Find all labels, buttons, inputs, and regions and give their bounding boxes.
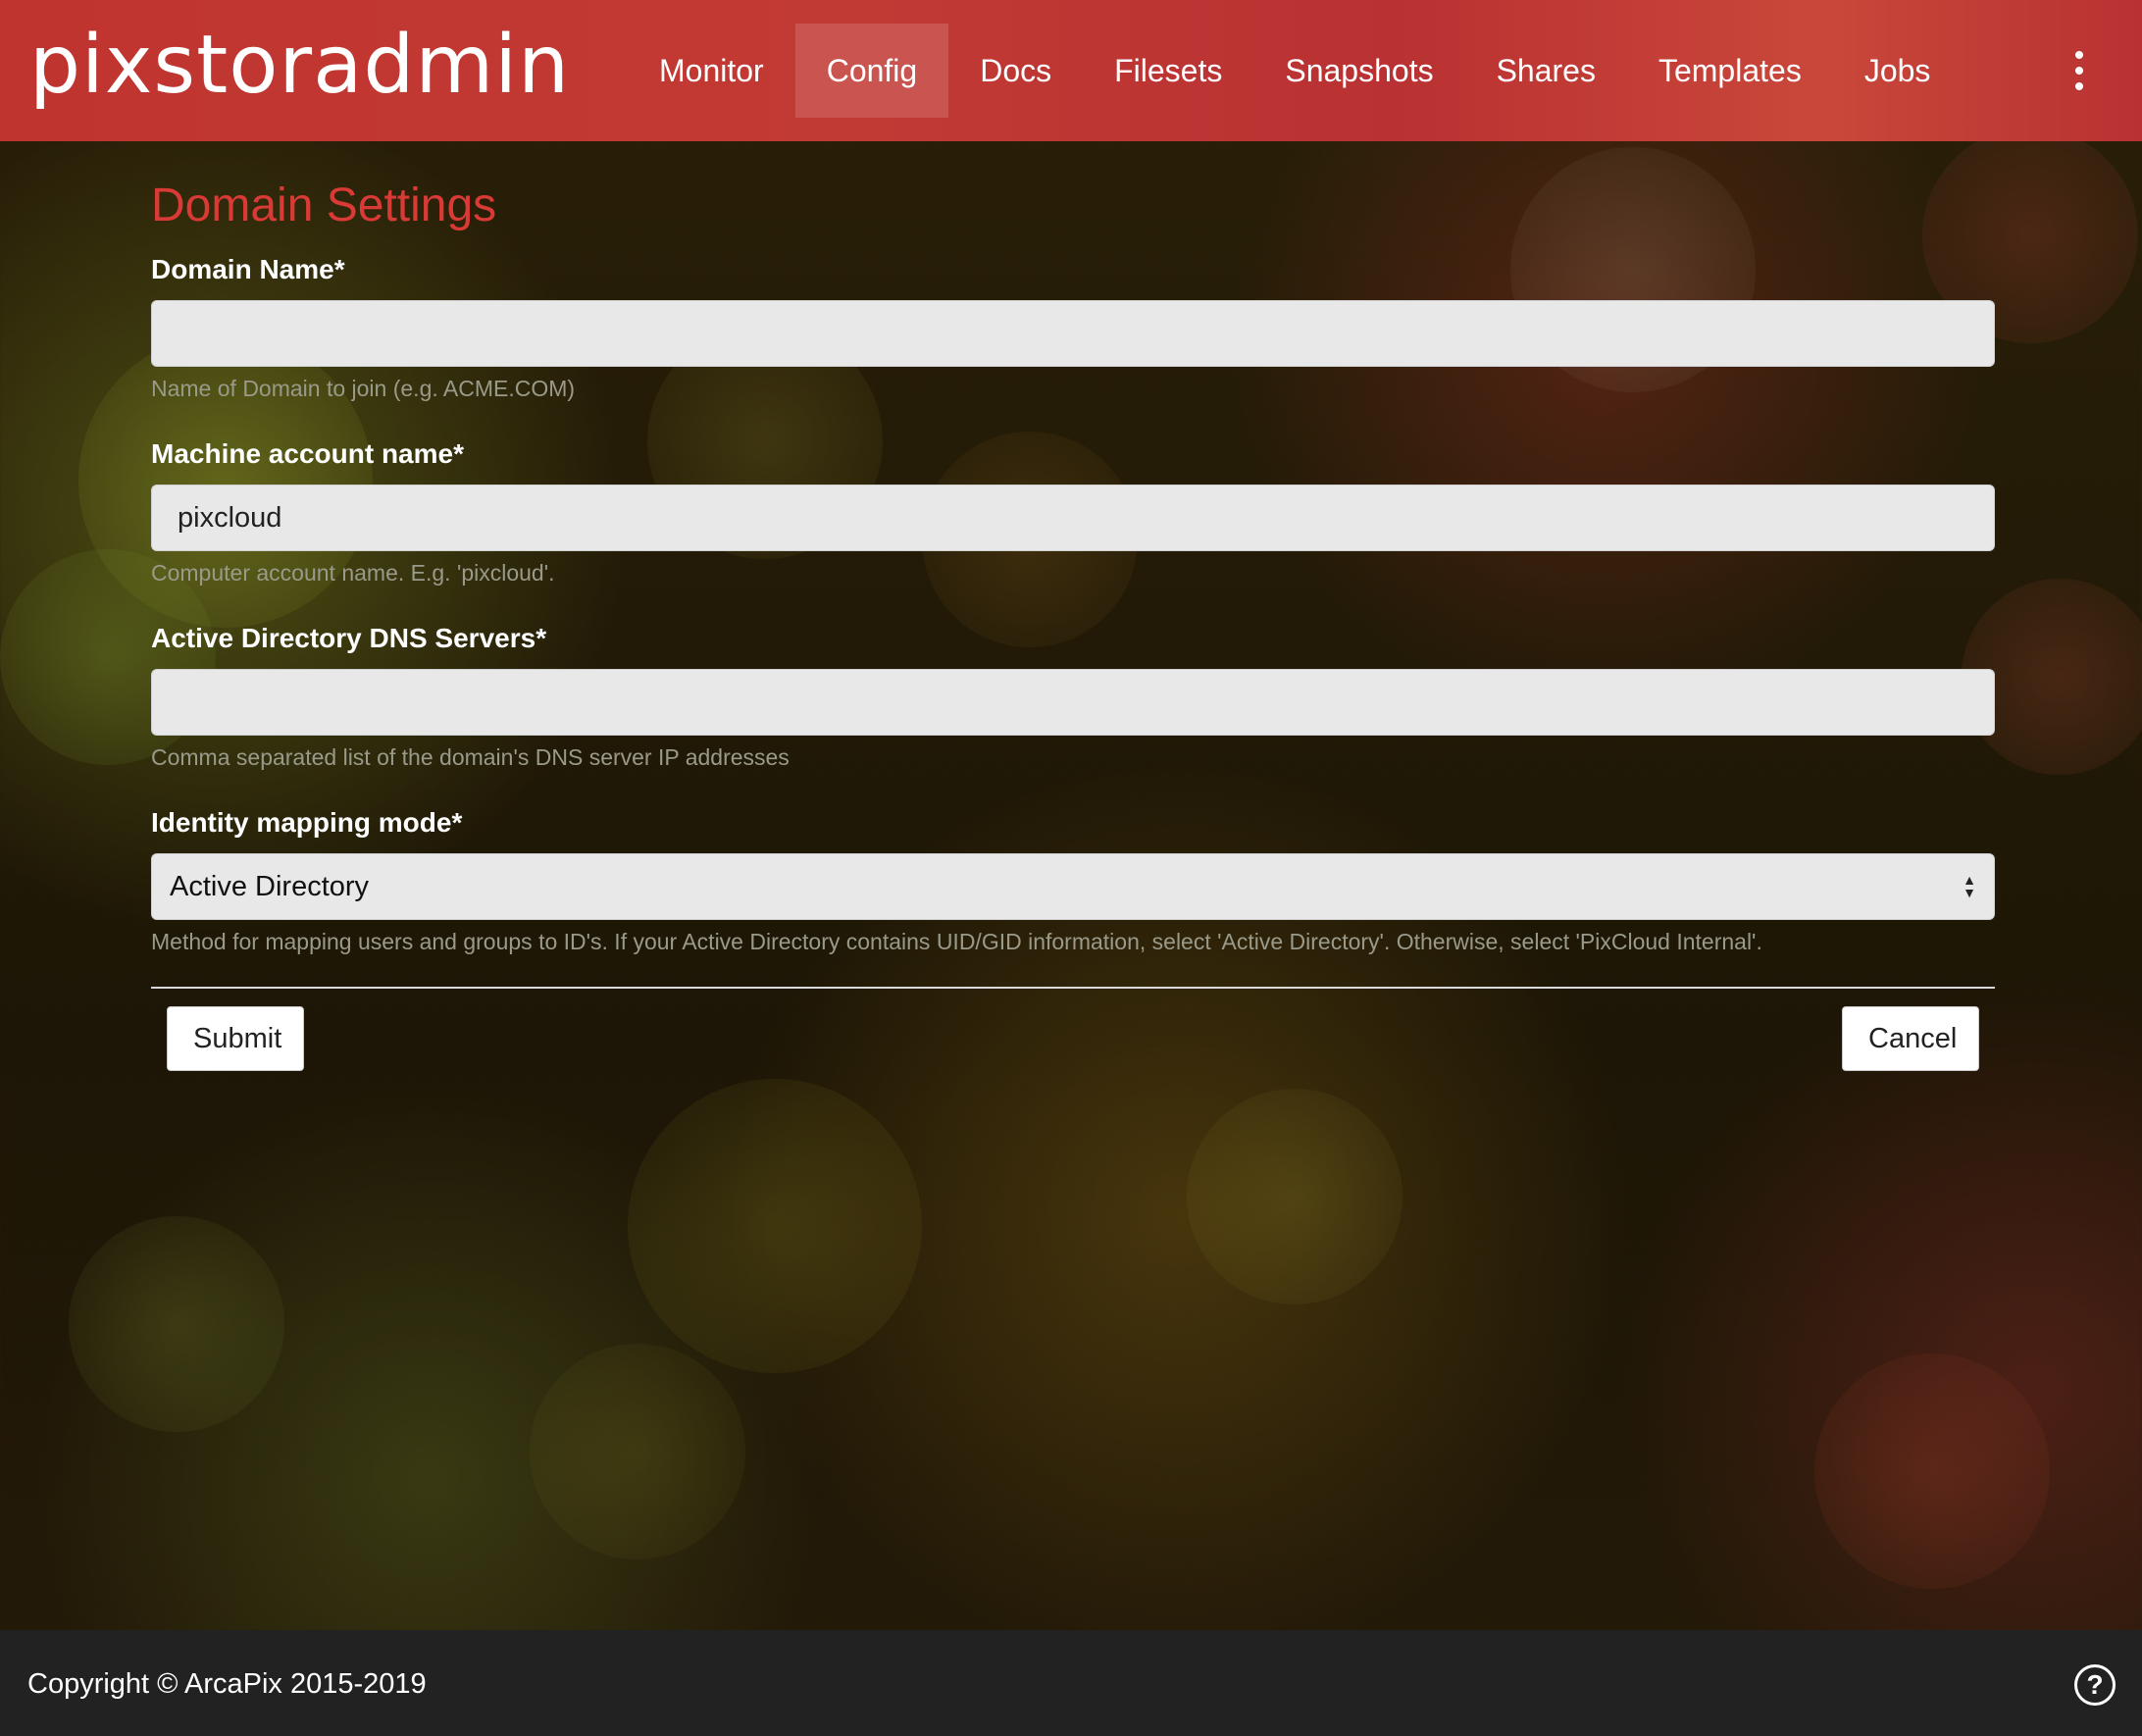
kebab-menu-icon[interactable]: [2067, 51, 2091, 90]
submit-button[interactable]: Submit: [167, 1006, 304, 1071]
app-logo[interactable]: pixstoradmin: [29, 22, 570, 110]
footer: Copyright © ArcaPix 2015-2019 ?: [0, 1630, 2142, 1736]
machine-account-input[interactable]: [151, 485, 1995, 551]
nav-jobs[interactable]: Jobs: [1833, 24, 1963, 118]
dns-servers-input[interactable]: [151, 669, 1995, 736]
identity-mapping-label: Identity mapping mode*: [151, 807, 463, 838]
identity-mapping-selected: Active Directory: [170, 870, 370, 902]
select-arrows-icon: ▲ ▼: [1963, 872, 1976, 900]
nav-monitor[interactable]: Monitor: [628, 24, 795, 118]
nav-docs[interactable]: Docs: [948, 24, 1083, 118]
main-nav: Monitor Config Docs Filesets Snapshots S…: [628, 24, 1962, 118]
copyright-text: Copyright © ArcaPix 2015-2019: [27, 1668, 427, 1700]
nav-templates[interactable]: Templates: [1627, 24, 1833, 118]
machine-account-label: Machine account name*: [151, 438, 464, 469]
dns-servers-label: Active Directory DNS Servers*: [151, 623, 547, 653]
nav-shares[interactable]: Shares: [1465, 24, 1627, 118]
form-divider: [151, 987, 1995, 989]
domain-settings-form: Domain Settings Domain Name* Name of Dom…: [151, 141, 1995, 954]
nav-config[interactable]: Config: [794, 24, 949, 118]
domain-name-input[interactable]: [151, 300, 1995, 367]
page-title: Domain Settings: [151, 179, 497, 231]
dns-servers-help: Comma separated list of the domain's DNS…: [151, 744, 790, 770]
domain-name-label: Domain Name*: [151, 254, 345, 284]
cancel-button[interactable]: Cancel: [1842, 1006, 1979, 1071]
identity-mapping-help: Method for mapping users and groups to I…: [151, 929, 1762, 954]
identity-mapping-select[interactable]: Active Directory ▲ ▼: [151, 853, 1995, 920]
top-navbar: pixstoradmin Monitor Config Docs Fileset…: [0, 0, 2142, 141]
machine-account-help: Computer account name. E.g. 'pixcloud'.: [151, 560, 555, 586]
domain-name-help: Name of Domain to join (e.g. ACME.COM): [151, 376, 576, 401]
nav-snapshots[interactable]: Snapshots: [1253, 24, 1464, 118]
question-circle-icon[interactable]: ?: [2074, 1664, 2116, 1706]
nav-filesets[interactable]: Filesets: [1083, 24, 1253, 118]
